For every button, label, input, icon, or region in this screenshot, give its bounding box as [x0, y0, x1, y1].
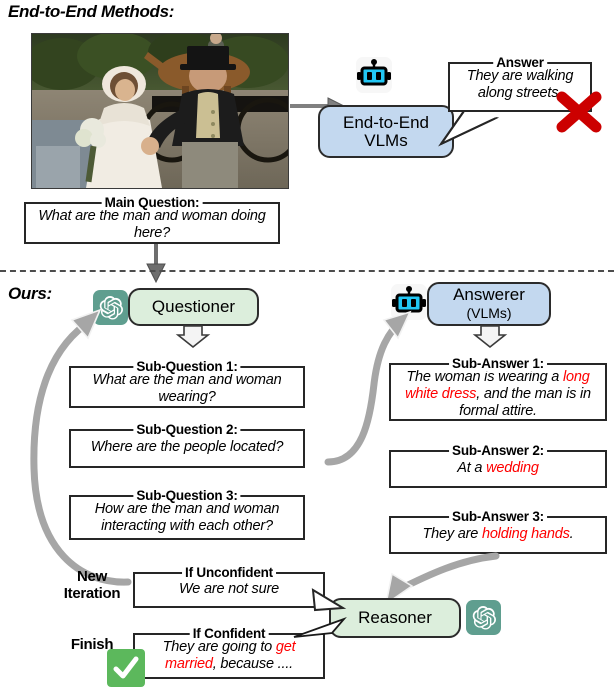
sub-question-legend-2: Sub-Question 2: — [133, 422, 241, 437]
confident-tail — [293, 616, 347, 638]
end-to-end-vlms-node[interactable]: End-to-End VLMs — [318, 105, 454, 158]
sub-question-legend-1: Sub-Question 1: — [133, 359, 241, 374]
unconfident-tail — [311, 588, 347, 612]
new-iteration-label: New Iteration — [44, 568, 140, 602]
if-confident-legend: If Confident — [189, 626, 269, 641]
main-question-box: Main Question: What are the man and woma… — [24, 195, 280, 244]
arrow-questioner-down — [175, 325, 211, 349]
questioner-node[interactable]: Questioner — [128, 288, 259, 326]
check-mark-icon — [107, 649, 145, 687]
main-question-text: What are the man and woman doing here? — [38, 208, 266, 241]
arrow-main-question-down — [146, 244, 166, 284]
wedding-couple-photo — [31, 33, 289, 189]
arrow-new-iteration-loop — [30, 308, 132, 586]
robot-icon — [356, 57, 392, 93]
e2e-label-line1: End-to-End — [343, 112, 429, 132]
answer-box-legend: Answer — [493, 55, 547, 70]
cross-mark-icon — [556, 91, 602, 133]
answerer-node[interactable]: Answerer (VLMs) — [427, 282, 551, 326]
new-iteration-line2: Iteration — [63, 585, 121, 602]
answer-bubble-tail — [438, 109, 500, 147]
section-title-end-to-end: End-to-End Methods: — [8, 2, 175, 21]
answerer-label: Answerer — [453, 285, 525, 304]
main-question-legend: Main Question: — [101, 195, 203, 210]
sub-answer-legend-2: Sub-Answer 2: — [449, 443, 547, 458]
arrow-answerer-down — [472, 325, 508, 349]
arrow-subquestions-to-answerer — [324, 310, 412, 466]
answerer-sublabel: (VLMs) — [466, 305, 512, 321]
sub-question-legend-3: Sub-Question 3: — [133, 488, 241, 503]
reasoner-node[interactable]: Reasoner — [329, 598, 461, 638]
if-unconfident-box: If Unconfident We are not sure — [133, 565, 325, 608]
openai-logo-icon — [466, 600, 501, 635]
if-unconfident-legend: If Unconfident — [182, 565, 276, 580]
reasoner-label: Reasoner — [358, 608, 432, 627]
section-divider — [0, 270, 614, 272]
e2e-label-line2: VLMs — [364, 130, 408, 150]
questioner-label: Questioner — [151, 297, 236, 316]
new-iteration-line1: New — [77, 568, 107, 585]
sub-answer-legend-1: Sub-Answer 1: — [449, 356, 547, 371]
sub-answer-legend-3: Sub-Answer 3: — [449, 509, 547, 524]
